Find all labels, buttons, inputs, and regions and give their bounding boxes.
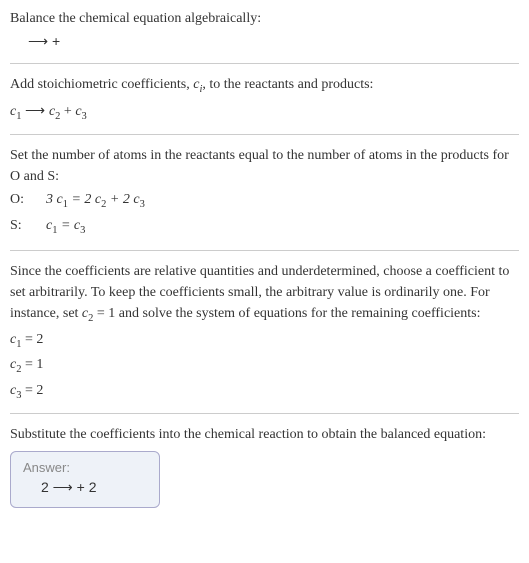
section-atoms: Set the number of atoms in the reactants… xyxy=(10,145,519,240)
eqO-s3: 3 xyxy=(140,199,145,210)
eqO-b: = 2 c xyxy=(68,192,101,207)
c3-sub: 3 xyxy=(82,110,87,121)
solve-text: Since the coefficients are relative quan… xyxy=(10,261,519,327)
atoms-equations: O: 3 c1 = 2 c2 + 2 c3 S: c1 = c3 xyxy=(10,189,145,240)
coeff-intro-a: Add stoichiometric coefficients, xyxy=(10,77,193,92)
answer-box: Answer: 2 ⟶ + 2 xyxy=(10,451,160,508)
eq2-b: = 1 xyxy=(21,357,43,372)
plus: + xyxy=(60,104,75,119)
balance-title: Balance the chemical equation algebraica… xyxy=(10,8,519,29)
eq-S: c1 = c3 xyxy=(46,215,85,239)
eqO-c: + 2 c xyxy=(106,192,139,207)
reaction-text: ⟶ + xyxy=(28,33,60,49)
row-S: S: c1 = c3 xyxy=(10,215,145,239)
divider xyxy=(10,413,519,414)
answer-intro: Substitute the coefficients into the che… xyxy=(10,424,519,445)
eqO-a: 3 c xyxy=(46,192,63,207)
solve-eq3: c3 = 2 xyxy=(10,380,519,404)
coeff-intro-b: , to the reactants and products: xyxy=(202,77,373,92)
answer-label: Answer: xyxy=(23,460,147,475)
label-O: O: xyxy=(10,189,46,210)
eq1-b: = 2 xyxy=(21,332,43,347)
divider xyxy=(10,134,519,135)
coeff-intro: Add stoichiometric coefficients, ci, to … xyxy=(10,74,519,98)
row-O: O: 3 c1 = 2 c2 + 2 c3 xyxy=(10,189,145,213)
answer-eq-text: 2 ⟶ + 2 xyxy=(41,479,97,495)
arrow: ⟶ xyxy=(25,102,49,118)
section-answer: Substitute the coefficients into the che… xyxy=(10,424,519,508)
answer-equation: 2 ⟶ + 2 xyxy=(23,479,147,497)
eq-O: 3 c1 = 2 c2 + 2 c3 xyxy=(46,189,145,213)
section-solve: Since the coefficients are relative quan… xyxy=(10,261,519,403)
section-coefficients: Add stoichiometric coefficients, ci, to … xyxy=(10,74,519,124)
eq3-b: = 2 xyxy=(21,383,43,398)
divider xyxy=(10,63,519,64)
atoms-intro: Set the number of atoms in the reactants… xyxy=(10,145,519,187)
solve-eq1: c1 = 2 xyxy=(10,329,519,353)
solve-eq2: c2 = 1 xyxy=(10,354,519,378)
divider xyxy=(10,250,519,251)
coeff-reaction: c1 ⟶ c2 + c3 xyxy=(10,100,519,125)
balance-reaction: ⟶ + xyxy=(10,31,519,53)
eqS-b: = c xyxy=(57,218,80,233)
eqS-s3: 3 xyxy=(80,224,85,235)
section-balance: Balance the chemical equation algebraica… xyxy=(10,8,519,53)
solve-text-b: = 1 and solve the system of equations fo… xyxy=(93,306,480,321)
label-S: S: xyxy=(10,215,46,236)
